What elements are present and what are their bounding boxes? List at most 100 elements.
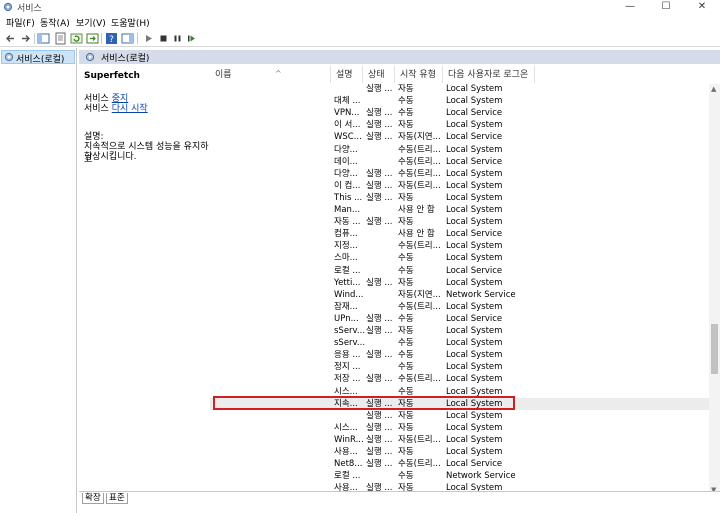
- cell-startup-type: 수동: [398, 96, 414, 107]
- help-icon[interactable]: ?: [105, 32, 118, 45]
- menu-file[interactable]: 파일(F): [6, 16, 35, 29]
- table-row[interactable]: Sensor Service다양...실행 ...수동(트리...Local S…: [210, 168, 720, 180]
- table-row[interactable]: Security Accounts Manager이 서...실행 ...자동L…: [210, 119, 720, 131]
- start-service-icon[interactable]: [142, 32, 155, 45]
- cell-description: 스마...: [334, 253, 358, 264]
- cell-startup-type: 수동(트리...: [398, 168, 441, 179]
- view-tabs: 확장 표준: [79, 491, 720, 513]
- menu-help[interactable]: 도움말(H): [111, 16, 150, 29]
- minimize-button[interactable]: —: [612, 0, 648, 14]
- vertical-scrollbar[interactable]: ▲ ▼: [709, 84, 720, 496]
- column-header-description[interactable]: 설명: [331, 66, 363, 83]
- table-row[interactable]: Sensor Monitoring Service데이...수동(트리...Lo…: [210, 156, 720, 168]
- table-row[interactable]: System Events BrokerWinR...실행 ...자동(트리..…: [210, 434, 720, 446]
- table-row[interactable]: TCP/IP NetBIOS HelperNet8...실행 ...수동(트리.…: [210, 458, 720, 470]
- tree-item-label: 서비스(로컬): [16, 55, 65, 65]
- cell-description: 정지 ...: [334, 362, 361, 373]
- services-app-icon: [3, 2, 13, 12]
- table-row[interactable]: Software ProtectionWind...자동(지연...Networ…: [210, 289, 720, 301]
- console-tree-icon[interactable]: [37, 32, 50, 45]
- table-row[interactable]: Storage Service저장 ...실행 ...수동(트리...Local…: [210, 373, 720, 385]
- cell-startup-type: 자동(지연...: [398, 132, 441, 143]
- cell-startup-type: 자동: [398, 326, 414, 336]
- scrollbar-thumb[interactable]: [711, 324, 718, 374]
- table-row[interactable]: Server이 컴...실행 ...자동(트리...Local System: [210, 180, 720, 192]
- cell-log-on-as: Local System: [446, 301, 503, 312]
- cell-log-on-as: Local System: [446, 96, 503, 107]
- table-row[interactable]: Still Image Acquisition Eve...정지 ...수동Lo…: [210, 361, 720, 373]
- description-text-line-2: 향상시킵니다.: [84, 152, 137, 162]
- column-header-name[interactable]: 이름 ^: [210, 66, 331, 83]
- table-row[interactable]: SNMP Trap로컬 ...수동Local Service: [210, 265, 720, 277]
- cell-startup-type: 수동(트리...: [398, 459, 441, 470]
- table-row[interactable]: sService Agent LaunchersServ...실행 ...자동L…: [210, 325, 720, 337]
- menu-view[interactable]: 보기(V): [76, 16, 106, 29]
- cell-description: 이 컴...: [334, 180, 361, 191]
- cell-description: 사용...: [334, 447, 358, 457]
- cell-description: This ...: [334, 192, 363, 203]
- table-row[interactable]: Secure Socket Tunneling P...VPN...실행 ...…: [210, 107, 720, 119]
- properties-icon[interactable]: [54, 32, 67, 45]
- cell-startup-type: 자동(트리...: [398, 434, 441, 445]
- table-row[interactable]: Spot Verifier잠재...수동(트리...Local System: [210, 301, 720, 313]
- table-row[interactable]: State Repository Service응용 ...실행 ...수동Lo…: [210, 349, 720, 361]
- cell-status: 실행 ...: [366, 108, 393, 119]
- table-row[interactable]: Smart Card컴퓨...사용 안 함Local Service: [210, 228, 720, 240]
- scroll-up-icon[interactable]: ▲: [711, 85, 716, 93]
- table-row[interactable]: Secondary Logon대체 ...수동Local System: [210, 95, 720, 107]
- table-row[interactable]: Sensor Data Service다양...수동(트리...Local Sy…: [210, 144, 720, 156]
- sort-ascending-icon: ^: [275, 69, 282, 78]
- cell-startup-type: 사용 안 함: [398, 205, 435, 215]
- table-row[interactable]: Telephony로컬 ...수동Network Service: [210, 470, 720, 482]
- cell-log-on-as: Network Service: [446, 471, 516, 482]
- table-row[interactable]: SSDP DiscoveryUPn...실행 ...수동Local Servic…: [210, 313, 720, 325]
- table-row[interactable]: sServiceLoopBacksServ...수동Local System: [210, 337, 720, 349]
- table-row[interactable]: Shell Hardware Detection자동 ...실행 ...자동Lo…: [210, 216, 720, 228]
- cell-description: 자동 ...: [334, 217, 361, 228]
- column-header-startup-type[interactable]: 시작 유형: [395, 66, 443, 83]
- service-gear-icon: [4, 52, 14, 62]
- cell-startup-type: 자동: [398, 84, 414, 94]
- cell-log-on-as: Local System: [446, 217, 503, 228]
- selection-highlight-box: [213, 396, 515, 411]
- stop-service-icon[interactable]: [157, 32, 170, 45]
- restart-service-link[interactable]: 다시 시작: [112, 104, 148, 114]
- cell-startup-type: 수동: [398, 253, 414, 264]
- table-row[interactable]: Security CenterWSC...실행 ...자동(지연...Local…: [210, 131, 720, 143]
- table-row[interactable]: Shared PC Account ManagerMan...사용 안 함Loc…: [210, 204, 720, 216]
- table-row[interactable]: Samsung Update Service실행 ...자동Local Syst…: [210, 83, 720, 95]
- table-row[interactable]: System Event Notification ...시스...실행 ...…: [210, 422, 720, 434]
- cell-description: WSC...: [334, 132, 362, 143]
- cell-log-on-as: Local System: [446, 326, 503, 336]
- cell-startup-type: 수동: [398, 313, 414, 324]
- table-row[interactable]: Smart Card Device Enumer...지정...수동(트리...…: [210, 240, 720, 252]
- table-row[interactable]: Settings LauncherThis ...실행 ...자동Local S…: [210, 192, 720, 204]
- restart-service-icon[interactable]: [185, 32, 198, 45]
- cell-log-on-as: Local System: [446, 253, 503, 264]
- export-list-icon[interactable]: [86, 32, 99, 45]
- maximize-button[interactable]: ☐: [648, 0, 684, 14]
- forward-icon[interactable]: [19, 32, 32, 45]
- cell-status: 실행 ...: [366, 459, 393, 470]
- table-row[interactable]: SW Update Service실행 ...자동Local System: [210, 410, 720, 422]
- cell-startup-type: 수동(트리...: [398, 144, 441, 155]
- table-row[interactable]: SnowDaemonMakerYetti...실행 ...자동Local Sys…: [210, 277, 720, 289]
- tab-extended[interactable]: 확장: [82, 493, 104, 504]
- table-row[interactable]: Smart Card Removal Policy스마...수동Local Sy…: [210, 252, 720, 264]
- back-icon[interactable]: [4, 32, 17, 45]
- close-button[interactable]: ✕: [684, 0, 720, 14]
- console-tree: 서비스(로컬): [0, 48, 77, 513]
- pause-service-icon[interactable]: [171, 32, 184, 45]
- table-row[interactable]: Task Scheduler사용...실행 ...자동Local System: [210, 446, 720, 458]
- cell-startup-type: 수동: [398, 265, 414, 276]
- cell-status: 실행 ...: [366, 374, 393, 385]
- column-header-status[interactable]: 상태: [363, 66, 395, 83]
- cell-log-on-as: Local Service: [446, 108, 503, 119]
- cell-log-on-as: Local System: [446, 374, 503, 385]
- tab-standard[interactable]: 표준: [106, 493, 128, 504]
- show-hide-action-pane-icon[interactable]: [121, 32, 134, 45]
- refresh-icon[interactable]: [70, 32, 83, 45]
- column-header-log-on-as[interactable]: 다음 사용자로 로그온: [443, 66, 535, 83]
- menu-action[interactable]: 동작(A): [40, 16, 70, 29]
- tree-item-services-local[interactable]: 서비스(로컬): [1, 50, 75, 65]
